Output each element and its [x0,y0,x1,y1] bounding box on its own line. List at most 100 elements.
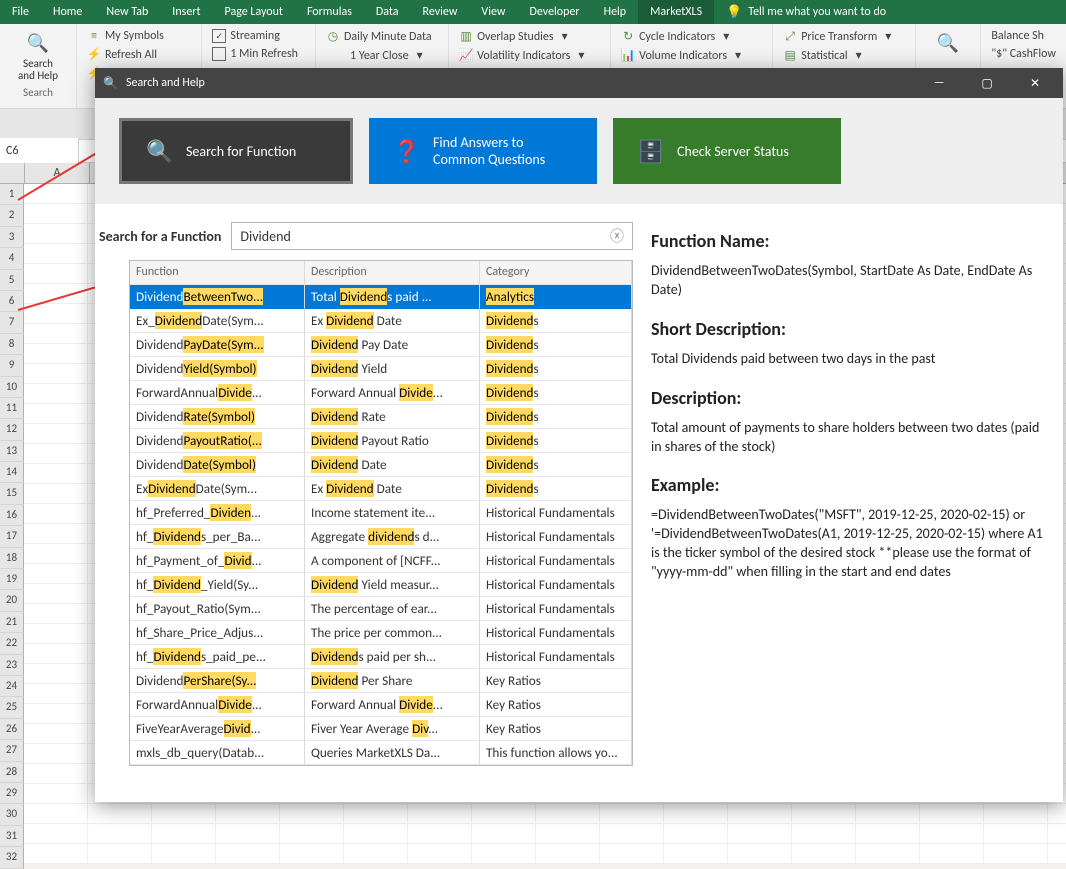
streaming-toggle[interactable]: ✓Streaming [210,28,307,44]
row-header[interactable]: 10 [0,377,24,398]
row-header[interactable]: 21 [0,612,24,633]
tab-developer[interactable]: Developer [517,0,591,24]
find-answers-button[interactable]: ❓ Find Answers to Common Questions [369,118,597,184]
function-search-pane: Search for a Function Dividend ⓧ ➔ Funct… [95,204,637,802]
table-row[interactable]: DividendPerShare(Sy...Dividend Per Share… [130,669,632,693]
dialog-titlebar[interactable]: 🔍 Search and Help — ▢ ✕ [95,68,1063,98]
table-row[interactable]: ExDividendDate(Sym...Ex Dividend DateDiv… [130,477,632,501]
table-row[interactable]: FiveYearAverageDivid...Fiver Year Averag… [130,717,632,741]
min-refresh-toggle[interactable]: 1 Min Refresh [210,46,307,62]
table-row[interactable]: ForwardAnnualDivide...Forward Annual Div… [130,693,632,717]
row-header[interactable]: 22 [0,633,24,654]
row-header[interactable]: 31 [0,826,24,847]
table-row[interactable]: hf_Share_Price_Adjus...The price per com… [130,621,632,645]
tab-insert[interactable]: Insert [160,0,212,24]
row-header[interactable]: 16 [0,505,24,526]
search-and-help-button[interactable]: 🔍 Search and Help [8,28,68,82]
row-header[interactable]: 30 [0,804,24,825]
row-header[interactable]: 25 [0,697,24,718]
tab-view[interactable]: View [469,0,517,24]
refresh-all-button[interactable]: ⚡Refresh All [85,46,193,63]
tab-file[interactable]: File [0,0,41,24]
table-row[interactable]: DividendYield(Symbol)Dividend YieldDivid… [130,357,632,381]
col-description[interactable]: Description [305,261,480,285]
row-header[interactable]: 29 [0,783,24,804]
col-category[interactable]: Category [480,261,632,285]
table-row[interactable]: hf_Dividend_Yield(Sy...Dividend Yield me… [130,573,632,597]
row-header[interactable]: 2 [0,205,24,226]
search-for-function-button[interactable]: 🔍 Search for Function [119,118,353,184]
tab-marketxls[interactable]: MarketXLS [638,0,714,24]
ribbon-magnifier-button[interactable]: 🔍 [924,28,972,58]
row-header[interactable]: 23 [0,655,24,676]
daily-minute-button[interactable]: ◷Daily Minute Data [324,28,440,45]
table-row[interactable]: DividendPayDate(Sym...Dividend Pay DateD… [130,333,632,357]
row-header[interactable]: 11 [0,398,24,419]
row-header[interactable]: 3 [0,227,24,248]
table-row[interactable]: hf_Payout_Ratio(Sym...The percentage of … [130,597,632,621]
col-header-a[interactable]: A [25,163,90,183]
row-header[interactable]: 26 [0,719,24,740]
table-row[interactable]: ForwardAnnualDivide...Forward Annual Div… [130,381,632,405]
row-header[interactable]: 6 [0,291,24,312]
tab-data[interactable]: Data [364,0,411,24]
maximize-button[interactable]: ▢ [967,68,1007,98]
checkbox-icon [212,47,226,61]
table-row[interactable]: hf_Preferred_Dividen...Income statement … [130,501,632,525]
table-row[interactable]: hf_Payment_of_Divid...A component of [NC… [130,549,632,573]
selected-row-indicator-icon: ➔ [95,286,96,302]
table-row[interactable]: hf_Dividends_paid_pe...Dividends paid pe… [130,645,632,669]
row-header[interactable]: 7 [0,312,24,333]
row-header[interactable]: 17 [0,526,24,547]
dialog-title: Search and Help [126,76,205,90]
tab-formulas[interactable]: Formulas [295,0,364,24]
check-server-status-button[interactable]: 🗄️ Check Server Status [613,118,841,184]
tab-review[interactable]: Review [411,0,470,24]
search-input[interactable]: Dividend ⓧ [231,222,633,250]
minimize-button[interactable]: — [919,68,959,98]
row-header[interactable]: 28 [0,762,24,783]
balance-sheet-button[interactable]: Balance Sh [989,28,1058,44]
overlap-studies-button[interactable]: ▥Overlap Studies▾ [457,28,602,45]
col-function[interactable]: Function [130,261,305,285]
tab-pagelayout[interactable]: Page Layout [213,0,295,24]
row-header[interactable]: 24 [0,676,24,697]
volatility-button[interactable]: 📈Volatility Indicators▾ [457,47,602,64]
tell-me-search[interactable]: 💡 Tell me what you want to do [714,0,898,24]
price-transform-button[interactable]: ⤢Price Transform▾ [781,28,907,45]
tab-newtab[interactable]: New Tab [94,0,160,24]
table-row[interactable]: DividendDate(Symbol)Dividend DateDividen… [130,453,632,477]
row-header[interactable]: 15 [0,483,24,504]
row-header[interactable]: 20 [0,590,24,611]
table-row[interactable]: DividendRate(Symbol)Dividend RateDividen… [130,405,632,429]
table-row[interactable]: mxls_db_query(Datab...Queries MarketXLS … [130,741,632,765]
row-header[interactable]: 12 [0,419,24,440]
table-row[interactable]: DividendBetweenTwo...Total Dividends pai… [130,285,632,309]
cashflow-button[interactable]: "$" CashFlow [989,46,1058,62]
table-row[interactable]: DividendPayoutRatio(...Dividend Payout R… [130,429,632,453]
app-icon: 🔍 [103,76,118,91]
row-header[interactable]: 8 [0,334,24,355]
table-row[interactable]: hf_Dividends_per_Ba...Aggregate dividend… [130,525,632,549]
tab-help[interactable]: Help [592,0,639,24]
row-header[interactable]: 4 [0,248,24,269]
row-header[interactable]: 14 [0,462,24,483]
volume-button[interactable]: 📊Volume Indicators▾ [619,47,764,64]
cycle-button[interactable]: ↻Cycle Indicators▾ [619,28,764,45]
row-header[interactable]: 1 [0,184,24,205]
clear-icon[interactable]: ⓧ [610,226,624,246]
row-header[interactable]: 19 [0,569,24,590]
row-header[interactable]: 13 [0,441,24,462]
close-button[interactable]: ✕ [1015,68,1055,98]
row-header[interactable]: 5 [0,270,24,291]
my-symbols-button[interactable]: ≡My Symbols [85,28,193,44]
tab-home[interactable]: Home [41,0,94,24]
statistical-button[interactable]: ▤Statistical▾ [781,47,907,64]
row-header[interactable]: 32 [0,847,24,868]
row-header[interactable]: 18 [0,548,24,569]
table-row[interactable]: Ex_DividendDate(Sym...Ex Dividend DateDi… [130,309,632,333]
year-close-button[interactable]: 1 Year Close▾ [348,47,440,64]
row-header[interactable]: 27 [0,740,24,761]
row-header[interactable]: 9 [0,355,24,376]
name-box[interactable]: C6 [0,138,79,164]
